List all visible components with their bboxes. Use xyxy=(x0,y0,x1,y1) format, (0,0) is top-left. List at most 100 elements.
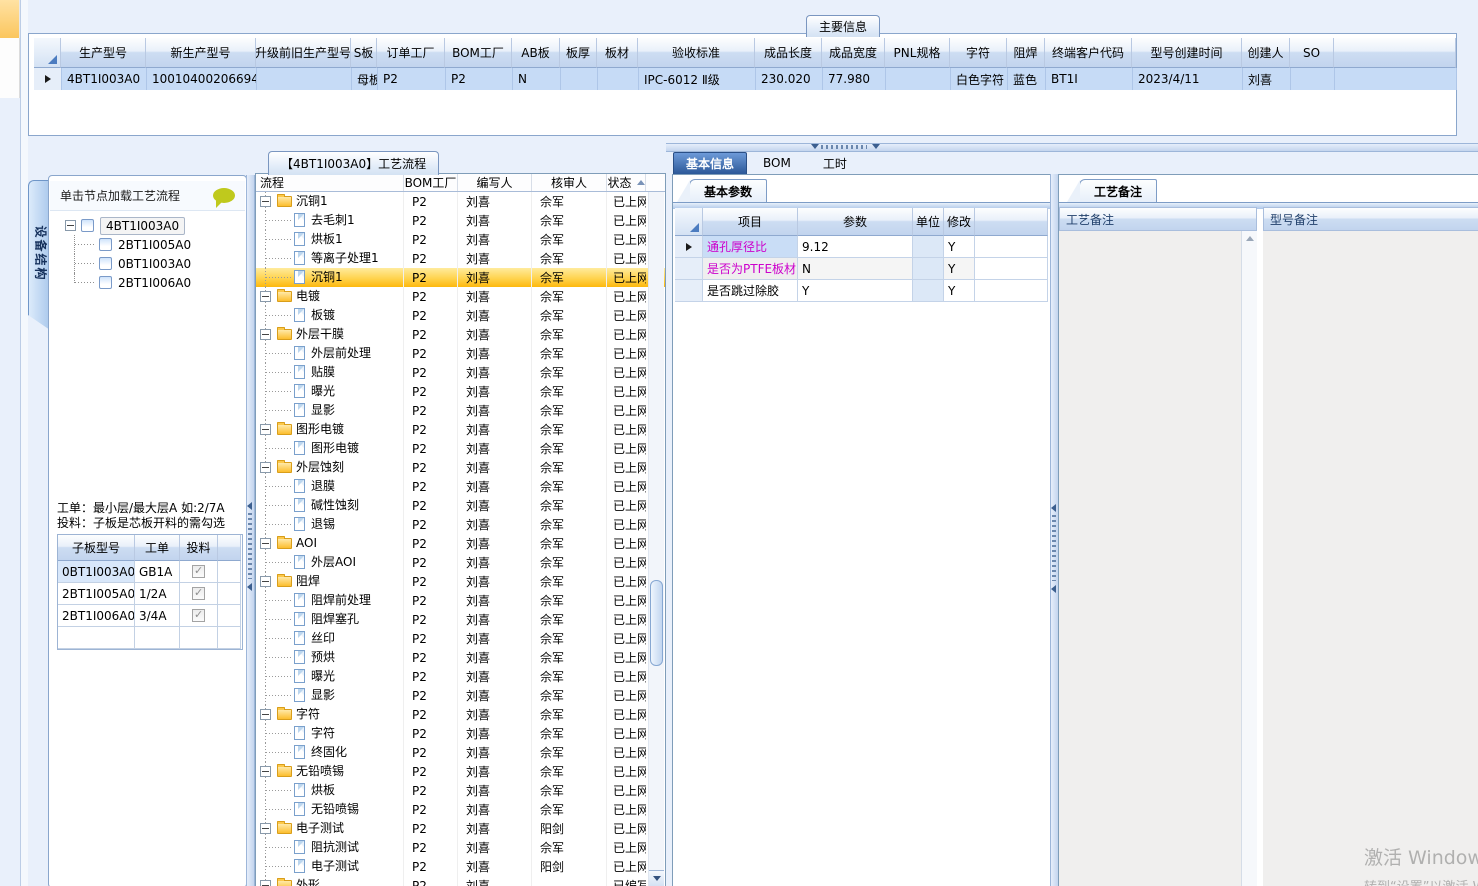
tree-checkbox[interactable] xyxy=(81,219,94,232)
tab-device-structure[interactable]: 设备结构 xyxy=(28,180,50,330)
scrollbar-down-button[interactable] xyxy=(649,870,664,886)
remark-scrollbar[interactable] xyxy=(1241,231,1257,886)
flow-row[interactable]: 烘板 P2 刘喜 佘军 已上网 xyxy=(256,781,665,800)
column-header[interactable]: 子板型号 xyxy=(58,535,135,561)
flow-row[interactable]: 阻焊塞孔 P2 刘喜 佘军 已上网 xyxy=(256,610,665,629)
flow-row[interactable]: 显影 P2 刘喜 佘军 已上网 xyxy=(256,686,665,705)
row-header-cell[interactable] xyxy=(675,236,703,258)
tree-root-label[interactable]: 4BT1I003A0 xyxy=(100,216,186,235)
tab-bom[interactable]: BOM xyxy=(747,152,807,174)
main-info-data-row[interactable]: 4BT1I003A010010400206694母板P2P2NIPC-6012 … xyxy=(34,68,1457,90)
flow-row[interactable]: 字符 P2 刘喜 佘军 已上网 xyxy=(256,705,665,724)
tree-checkbox[interactable] xyxy=(99,257,112,270)
column-header[interactable]: PNL规格 xyxy=(885,38,950,68)
column-header[interactable]: BOM工厂 xyxy=(404,174,458,191)
splitter-grip[interactable] xyxy=(248,513,252,579)
column-header[interactable]: 单位 xyxy=(913,208,944,236)
collapse-icon[interactable] xyxy=(260,329,271,340)
flow-row[interactable]: 图形电镀 P2 刘喜 佘军 已上网 xyxy=(256,439,665,458)
column-header[interactable]: AB板 xyxy=(512,38,560,68)
flow-row[interactable]: 电子测试 P2 刘喜 阳剑 已上网 xyxy=(256,819,665,838)
collapse-icon[interactable] xyxy=(260,538,271,549)
flow-row[interactable]: 无铅喷锡 P2 刘喜 佘军 已上网 xyxy=(256,762,665,781)
flow-row[interactable]: 退锡 P2 刘喜 佘军 已上网 xyxy=(256,515,665,534)
collapse-icon[interactable] xyxy=(260,576,271,587)
flow-row[interactable]: 预烘 P2 刘喜 佘军 已上网 xyxy=(256,648,665,667)
select-all-cell[interactable] xyxy=(34,38,61,68)
column-header[interactable]: S板 xyxy=(351,38,377,68)
param-row[interactable]: 是否跳过除胶 Y Y xyxy=(675,280,1048,302)
param-value-cell[interactable]: N xyxy=(798,258,913,280)
tree-child-row[interactable]: 2BT1I005A0 xyxy=(53,235,244,254)
flow-row[interactable]: 外层前处理 P2 刘喜 佘军 已上网 xyxy=(256,344,665,363)
flow-row[interactable]: 电子测试 P2 刘喜 阳剑 已上网 xyxy=(256,857,665,876)
column-header[interactable]: SO xyxy=(1290,38,1334,68)
param-value-cell[interactable]: Y xyxy=(798,280,913,302)
collapse-icon[interactable] xyxy=(260,196,271,207)
flow-row[interactable]: 烘板1 P2 刘喜 佘军 已上网 xyxy=(256,230,665,249)
column-header[interactable]: 状态 xyxy=(607,174,646,191)
flow-row[interactable]: 外层AOI P2 刘喜 佘军 已上网 xyxy=(256,553,665,572)
param-row[interactable]: 通孔厚径比 9.12 Y xyxy=(675,236,1048,258)
column-header[interactable]: 验收标准 xyxy=(638,38,755,68)
horizontal-splitter[interactable] xyxy=(666,143,1478,152)
table-row[interactable]: 2BT1I005A0 1/2A xyxy=(58,583,242,605)
column-header[interactable]: 成品宽度 xyxy=(822,38,885,68)
column-header[interactable]: 新生产型号 xyxy=(146,38,256,68)
column-header[interactable]: 字符 xyxy=(950,38,1007,68)
column-header[interactable]: 生产型号 xyxy=(61,38,146,68)
model-remark-content[interactable] xyxy=(1263,231,1478,886)
table-row[interactable]: 2BT1I006A0 3/4A xyxy=(58,605,242,627)
flow-row[interactable]: 电镀 P2 刘喜 佘军 已上网 xyxy=(256,287,665,306)
row-header-cell[interactable] xyxy=(34,68,62,90)
collapse-icon[interactable] xyxy=(65,220,76,231)
splitter-collapse-icon[interactable] xyxy=(247,502,252,510)
column-header[interactable]: 参数 xyxy=(798,208,913,236)
flow-row[interactable]: 沉铜1 P2 刘喜 佘军 已上网 xyxy=(256,192,665,211)
column-header[interactable]: 终端客户代码 xyxy=(1045,38,1132,68)
process-remark-content[interactable] xyxy=(1059,231,1257,886)
splitter-collapse-icon[interactable] xyxy=(247,583,252,591)
flow-row[interactable]: 阻焊 P2 刘喜 佘军 已上网 xyxy=(256,572,665,591)
collapse-icon[interactable] xyxy=(260,424,271,435)
tree-checkbox[interactable] xyxy=(99,238,112,251)
checked-checkbox[interactable] xyxy=(192,608,205,622)
scrollbar-up-button[interactable] xyxy=(1242,231,1257,246)
splitter-grip[interactable] xyxy=(821,145,867,149)
column-header[interactable]: 工单 xyxy=(135,535,180,561)
flow-row[interactable]: 去毛刺1 P2 刘喜 佘军 已上网 xyxy=(256,211,665,230)
flow-row[interactable]: 曝光 P2 刘喜 佘军 已上网 xyxy=(256,667,665,686)
column-header[interactable]: 创建人 xyxy=(1242,38,1290,68)
row-header-cell[interactable] xyxy=(675,258,703,280)
splitter-collapse-icon[interactable] xyxy=(1051,504,1056,512)
flow-row[interactable]: 贴膜 P2 刘喜 佘军 已上网 xyxy=(256,363,665,382)
tree-child-row[interactable]: 0BT1I003A0 xyxy=(53,254,244,273)
flow-row[interactable]: 丝印 P2 刘喜 佘军 已上网 xyxy=(256,629,665,648)
flow-row[interactable]: 字符 P2 刘喜 佘军 已上网 xyxy=(256,724,665,743)
column-header[interactable]: 板材 xyxy=(597,38,638,68)
vertical-splitter-left[interactable] xyxy=(246,175,255,886)
column-header[interactable]: 板厚 xyxy=(560,38,597,68)
column-header[interactable]: 投料 xyxy=(180,535,218,561)
tab-basic-params[interactable]: 基本参数 xyxy=(676,179,768,202)
flow-row[interactable]: 阻抗测试 P2 刘喜 佘军 已上网 xyxy=(256,838,665,857)
flow-row[interactable]: 外层蚀刻 P2 刘喜 佘军 已上网 xyxy=(256,458,665,477)
flow-row[interactable]: 碱性蚀刻 P2 刘喜 佘军 已上网 xyxy=(256,496,665,515)
collapse-icon[interactable] xyxy=(260,462,271,473)
column-header[interactable]: 升级前旧生产型号 xyxy=(256,38,351,68)
tab-workhours[interactable]: 工时 xyxy=(807,152,863,174)
flow-row[interactable]: 曝光 P2 刘喜 佘军 已上网 xyxy=(256,382,665,401)
flow-row[interactable]: 沉铜1 P2 刘喜 佘军 已上网 xyxy=(256,268,665,287)
column-header[interactable]: BOM工厂 xyxy=(445,38,512,68)
flow-row[interactable]: 等离子处理1 P2 刘喜 佘军 已上网 xyxy=(256,249,665,268)
column-header[interactable]: 项目 xyxy=(703,208,798,236)
flow-scrollbar[interactable] xyxy=(648,192,664,886)
param-value-cell[interactable]: 9.12 xyxy=(798,236,913,258)
column-header[interactable]: 成品长度 xyxy=(755,38,822,68)
select-all-cell[interactable] xyxy=(675,208,703,236)
splitter-grip[interactable] xyxy=(1052,515,1056,581)
flow-row[interactable]: 图形电镀 P2 刘喜 佘军 已上网 xyxy=(256,420,665,439)
column-header[interactable]: 核审人 xyxy=(532,174,607,191)
flow-row[interactable]: 阻焊前处理 P2 刘喜 佘军 已上网 xyxy=(256,591,665,610)
flow-row[interactable]: 无铅喷锡 P2 刘喜 佘军 已上网 xyxy=(256,800,665,819)
